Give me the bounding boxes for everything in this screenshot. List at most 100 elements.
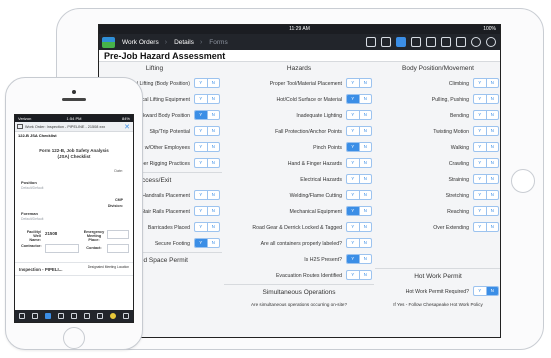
yes-no-toggle[interactable]: YN — [473, 158, 499, 168]
no-option[interactable]: N — [358, 95, 372, 103]
yes-option[interactable]: Y — [347, 79, 359, 87]
list-icon[interactable] — [31, 313, 38, 319]
no-option[interactable]: N — [358, 127, 372, 135]
no-option[interactable]: N — [206, 95, 220, 103]
no-option[interactable]: N — [358, 239, 372, 247]
person-icon[interactable] — [411, 37, 421, 47]
yes-option[interactable]: Y — [474, 95, 486, 103]
yes-option[interactable]: Y — [195, 127, 207, 135]
yes-no-toggle[interactable]: YN — [473, 110, 499, 120]
yes-no-toggle[interactable]: YN — [346, 254, 372, 264]
foreman-value[interactable]: Default/Default — [15, 217, 133, 222]
yes-no-toggle[interactable]: YN — [346, 142, 372, 152]
no-option[interactable]: N — [358, 159, 372, 167]
location-pin-icon[interactable] — [396, 37, 406, 47]
phone-home-button[interactable] — [63, 327, 85, 349]
no-option[interactable]: N — [358, 111, 372, 119]
no-option[interactable]: N — [358, 79, 372, 87]
yes-no-toggle[interactable]: YN — [194, 190, 220, 200]
yes-no-toggle[interactable]: YN — [346, 222, 372, 232]
no-option[interactable]: N — [485, 127, 499, 135]
yes-option[interactable]: Y — [347, 159, 359, 167]
no-option[interactable]: N — [485, 79, 499, 87]
clock-icon[interactable] — [97, 313, 104, 319]
yes-no-toggle[interactable]: YN — [194, 158, 220, 168]
yes-option[interactable]: Y — [195, 239, 207, 247]
yes-option[interactable]: Y — [474, 223, 486, 231]
no-option[interactable]: N — [358, 207, 372, 215]
yes-option[interactable]: Y — [474, 159, 486, 167]
yes-option[interactable]: Y — [347, 175, 359, 183]
yes-no-toggle[interactable]: YN — [473, 78, 499, 88]
no-option[interactable]: N — [206, 159, 220, 167]
no-option[interactable]: N — [485, 95, 499, 103]
yes-option[interactable]: Y — [347, 143, 359, 151]
yes-option[interactable]: Y — [474, 175, 486, 183]
yes-no-toggle[interactable]: YN — [473, 94, 499, 104]
close-icon[interactable]: ✕ — [124, 123, 130, 131]
yes-option[interactable]: Y — [347, 271, 359, 279]
yes-option[interactable]: Y — [474, 207, 486, 215]
location-pin-icon[interactable] — [44, 313, 51, 319]
document-icon[interactable] — [70, 313, 77, 319]
yes-no-toggle[interactable]: YN — [473, 190, 499, 200]
yes-option[interactable]: Y — [474, 143, 486, 151]
contractor-input[interactable] — [45, 244, 79, 253]
document-icon[interactable] — [426, 37, 436, 47]
yes-no-toggle[interactable]: YN — [473, 286, 499, 296]
no-option[interactable]: N — [206, 111, 220, 119]
yes-no-toggle[interactable]: YN — [473, 174, 499, 184]
yes-option[interactable]: Y — [474, 111, 486, 119]
no-option[interactable]: N — [485, 159, 499, 167]
yes-no-toggle[interactable]: YN — [194, 94, 220, 104]
tablet-home-button[interactable] — [511, 169, 535, 193]
yes-option[interactable]: Y — [195, 207, 207, 215]
yes-option[interactable]: Y — [195, 159, 207, 167]
more-icon[interactable] — [123, 313, 130, 319]
chat-icon[interactable] — [18, 313, 25, 319]
person-icon[interactable] — [57, 313, 64, 319]
more-icon[interactable] — [486, 37, 496, 47]
no-option[interactable]: N — [358, 271, 372, 279]
yes-option[interactable]: Y — [347, 255, 359, 263]
emergency-input[interactable] — [107, 230, 129, 239]
position-value[interactable]: Default/Default — [15, 186, 133, 191]
list-icon[interactable] — [381, 37, 391, 47]
contact-input[interactable] — [107, 244, 129, 253]
yes-option[interactable]: Y — [347, 111, 359, 119]
yes-no-toggle[interactable]: YN — [346, 78, 372, 88]
yes-no-toggle[interactable]: YN — [194, 126, 220, 136]
yes-option[interactable]: Y — [195, 143, 207, 151]
clock-icon[interactable] — [471, 37, 481, 47]
yes-no-toggle[interactable]: YN — [346, 270, 372, 280]
yes-option[interactable]: Y — [474, 287, 486, 295]
yes-no-toggle[interactable]: YN — [346, 206, 372, 216]
no-option[interactable]: N — [206, 191, 220, 199]
no-option[interactable]: N — [485, 143, 499, 151]
inspection-row[interactable]: Inspection - PIPELI... Designated Meetin… — [15, 262, 133, 276]
no-option[interactable]: N — [358, 175, 372, 183]
chat-icon[interactable] — [366, 37, 376, 47]
no-option[interactable]: N — [206, 239, 220, 247]
facility-value[interactable]: 21508 — [45, 231, 57, 236]
no-option[interactable]: N — [485, 287, 498, 295]
yes-option[interactable]: Y — [347, 239, 359, 247]
yes-option[interactable]: Y — [347, 191, 359, 199]
yes-no-toggle[interactable]: YN — [346, 238, 372, 248]
yes-option[interactable]: Y — [347, 207, 359, 215]
yes-no-toggle[interactable]: YN — [194, 78, 220, 88]
breadcrumb-work-orders[interactable]: Work Orders — [122, 39, 159, 46]
yes-no-toggle[interactable]: YN — [346, 94, 372, 104]
no-option[interactable]: N — [206, 127, 220, 135]
yes-no-toggle[interactable]: YN — [194, 206, 220, 216]
no-option[interactable]: N — [485, 111, 499, 119]
no-option[interactable]: N — [485, 223, 499, 231]
yes-no-toggle[interactable]: YN — [346, 174, 372, 184]
yes-no-toggle[interactable]: YN — [194, 238, 220, 248]
yes-no-toggle[interactable]: YN — [346, 126, 372, 136]
no-option[interactable]: N — [206, 223, 220, 231]
yes-option[interactable]: Y — [347, 223, 359, 231]
yes-option[interactable]: Y — [474, 191, 486, 199]
yes-no-toggle[interactable]: YN — [346, 158, 372, 168]
yes-option[interactable]: Y — [474, 79, 486, 87]
